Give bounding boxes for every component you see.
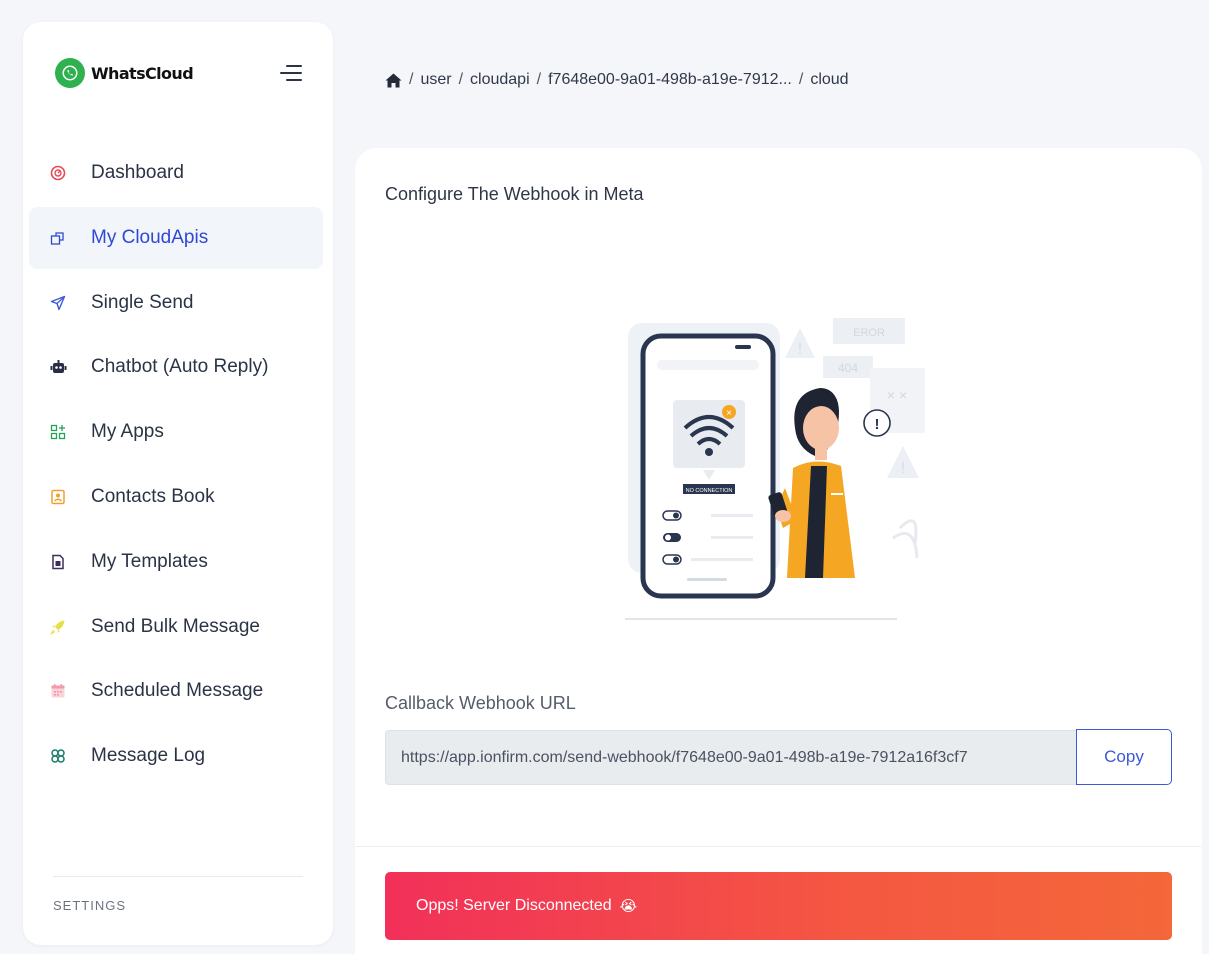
copy-button[interactable]: Copy <box>1076 729 1172 785</box>
svg-text:×: × <box>726 408 732 419</box>
breadcrumb-item-user[interactable]: user <box>420 71 451 89</box>
whatsapp-icon <box>55 58 85 88</box>
sidebar-item-label: Scheduled Message <box>91 680 264 702</box>
card-title: Configure The Webhook in Meta <box>385 184 644 204</box>
cloud-api-icon <box>49 229 67 247</box>
sidebar-nav: Dashboard My CloudApis Single Send Chatb… <box>29 142 323 790</box>
breadcrumb-item-cloudapi[interactable]: cloudapi <box>470 71 530 89</box>
breadcrumb-item-cloud: cloud <box>810 71 849 88</box>
callback-webhook-label: Callback Webhook URL <box>385 693 576 713</box>
error-code-text: 404 <box>838 361 858 375</box>
sidebar-item-label: My Templates <box>91 550 208 572</box>
sidebar-item-contacts-book[interactable]: Contacts Book <box>29 466 323 528</box>
home-icon[interactable] <box>385 73 402 88</box>
sidebar-item-label: Message Log <box>91 745 206 767</box>
webhook-config-card: Configure The Webhook in Meta ! ! EROR 4… <box>355 148 1202 954</box>
sidebar-item-label: My CloudApis <box>91 226 209 248</box>
brand-name: WhatsCloud <box>91 63 194 83</box>
rocket-icon <box>49 618 67 636</box>
sidebar-item-message-log[interactable]: Message Log <box>29 725 323 787</box>
sidebar-item-label: Contacts Book <box>91 485 215 507</box>
breadcrumb-item-api-id[interactable]: f7648e00-9a01-498b-a19e-7912... <box>548 71 792 89</box>
card-divider <box>355 846 1202 847</box>
sidebar-item-my-templates[interactable]: My Templates <box>29 531 323 593</box>
speedometer-icon <box>49 164 67 182</box>
no-connection-illustration: ! ! EROR 404 × × × NO CONNECTION ! <box>625 288 945 633</box>
template-icon <box>49 553 67 571</box>
log-icon <box>49 747 67 765</box>
crying-emoji-icon: 😭 <box>619 898 638 915</box>
sidebar-item-label: My Apps <box>91 421 164 443</box>
svg-text:× ×: × × <box>887 387 907 403</box>
sidebar-item-dashboard[interactable]: Dashboard <box>29 142 323 204</box>
sidebar-item-label: Chatbot (Auto Reply) <box>91 356 269 378</box>
sidebar-item-single-send[interactable]: Single Send <box>29 272 323 334</box>
sidebar-divider <box>53 876 303 877</box>
contact-book-icon <box>49 488 67 506</box>
brand[interactable]: WhatsCloud <box>55 58 194 88</box>
settings-section-label: SETTINGS <box>53 898 127 913</box>
sidebar-item-send-bulk-message[interactable]: Send Bulk Message <box>29 596 323 658</box>
paper-plane-icon <box>49 294 67 312</box>
calendar-icon <box>49 682 67 700</box>
callback-url-field[interactable]: https://app.ionfirm.com/send-webhook/f76… <box>385 730 1076 785</box>
apps-grid-icon <box>49 423 67 441</box>
sidebar-item-chatbot[interactable]: Chatbot (Auto Reply) <box>29 336 323 398</box>
sidebar-item-label: Dashboard <box>91 162 184 183</box>
sidebar-item-label: Send Bulk Message <box>91 615 260 637</box>
sidebar-item-label: Single Send <box>91 291 194 313</box>
sidebar-item-scheduled-message[interactable]: Scheduled Message <box>29 660 323 722</box>
no-connection-label: NO CONNECTION <box>686 488 733 494</box>
server-disconnected-alert: Opps! Server Disconnected 😭 <box>385 872 1172 940</box>
breadcrumb: / user / cloudapi / f7648e00-9a01-498b-a… <box>385 71 849 89</box>
svg-text:!: ! <box>798 341 802 358</box>
svg-text:!: ! <box>875 416 880 433</box>
alert-text: Opps! Server Disconnected <box>416 897 612 914</box>
sidebar-item-my-cloudapis[interactable]: My CloudApis <box>29 206 323 269</box>
robot-icon <box>49 358 67 376</box>
svg-text:!: ! <box>901 460 905 477</box>
sidebar: WhatsCloud Dashboard My CloudApis Single… <box>23 22 333 945</box>
menu-toggle-icon[interactable] <box>278 62 304 84</box>
sidebar-item-my-apps[interactable]: My Apps <box>29 401 323 463</box>
error-tag-text: EROR <box>853 327 885 339</box>
